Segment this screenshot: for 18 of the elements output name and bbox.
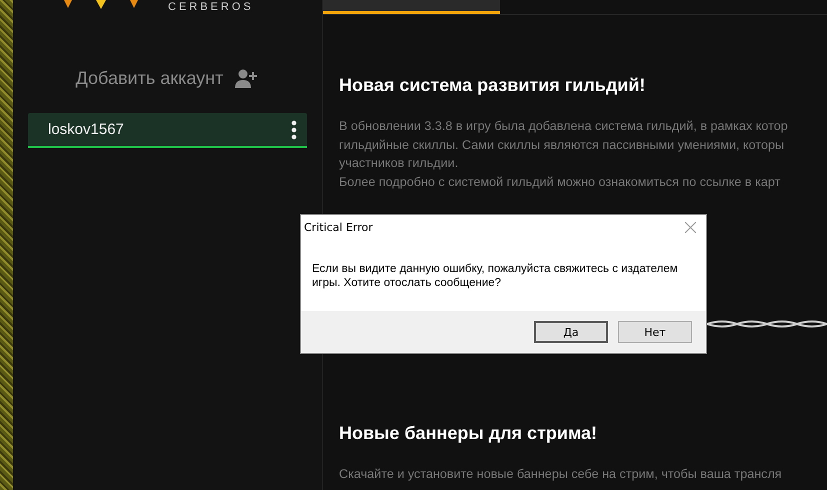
logo-text: CERBEROS [168,1,254,14]
article-text: Более подробно с системой гильдий можно ознакомиться по ссылке в карт [339,174,782,191]
article-title: Новые баннеры для стрима! [339,423,598,444]
tab[interactable] [323,0,500,14]
article-text: участников гильдии. [339,155,460,172]
add-user-icon[interactable] [235,68,260,88]
article-text: гильдийные скиллы. Сами скиллы являются пассивными умениями, которы [339,136,786,154]
dialog-message: Если вы видите данную ошибку, пожалуйста свяжитесь с издателем игры. Хотите отослать сообщение? [312,262,679,291]
article-text: В обновлении 3.3.8 в игру была добавлена система гильдий, в рамках котор [339,118,789,135]
article-text: Скачайте и установите новые баннеры себе на стрим, чтобы ваша трансля [339,466,783,483]
close-icon[interactable] [685,222,696,233]
dialog-button[interactable]: Нет [618,321,692,343]
dialog-button[interactable]: Да [534,321,608,343]
add-account-link[interactable]: Добавить аккаунт [76,68,224,89]
dialog-title: Critical Error [304,221,373,234]
more-options-icon[interactable] [291,120,297,140]
article-title: Новая система развития гильдий! [339,75,646,96]
account-item[interactable]: loskov1567 [28,113,307,148]
